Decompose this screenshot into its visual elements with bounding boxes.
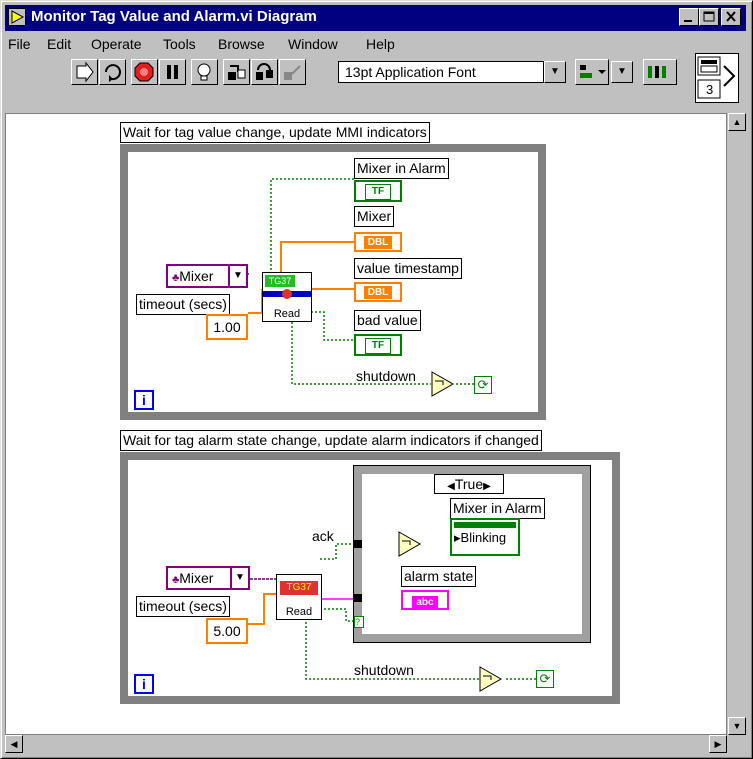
loop2-shutdown-label: shutdown <box>354 662 414 678</box>
font-selector[interactable]: 13pt Application Font <box>338 61 544 83</box>
abc-text: abc <box>412 596 438 609</box>
timeout-value: 1.00 <box>213 319 241 335</box>
not-function-icon[interactable] <box>398 531 426 557</box>
dbl-text: DBL <box>363 236 393 249</box>
tag-value: Mixer <box>179 570 214 586</box>
chevron-down-icon[interactable]: ▼ <box>228 266 246 286</box>
iteration-terminal-icon: i <box>134 390 154 410</box>
menu-tools[interactable]: Tools <box>163 36 196 52</box>
align-objects-icon[interactable] <box>575 59 609 85</box>
tg-text: TG37 <box>265 275 295 287</box>
distribute-objects-icon[interactable] <box>643 59 677 85</box>
not-function-icon[interactable] <box>431 371 459 397</box>
highlight-execution-icon[interactable] <box>191 59 218 85</box>
loop2-tag-control[interactable]: ♣Mixer ▼ <box>166 566 250 590</box>
pause-icon[interactable] <box>159 59 186 85</box>
loop1-timestamp-label: value timestamp <box>354 258 462 279</box>
blinking-text: ▸Blinking <box>454 530 507 545</box>
loop2-state-label: alarm state <box>401 566 477 587</box>
case-selector-value: True <box>454 476 484 492</box>
loop2-timeout-constant[interactable]: 5.00 <box>206 618 248 644</box>
menu-help[interactable]: Help <box>366 36 395 52</box>
vertical-scrollbar[interactable]: ▲ ▼ <box>728 113 746 735</box>
loop1-comment: Wait for tag value change, update MMI in… <box>120 122 430 143</box>
menu-operate[interactable]: Operate <box>91 36 142 52</box>
tf-text: TF <box>364 338 392 354</box>
minimize-button[interactable] <box>679 8 699 26</box>
chevron-left-icon[interactable]: ◀ <box>447 481 455 492</box>
tf-text: TF <box>364 184 392 200</box>
close-button[interactable] <box>721 8 741 26</box>
blinking-value: Blinking <box>460 530 507 545</box>
connector-number: 3 <box>706 82 714 97</box>
dbl-text: DBL <box>363 286 393 299</box>
chevron-right-icon[interactable]: ▶ <box>483 481 491 492</box>
case-selector[interactable]: ◀True▶ <box>434 474 504 494</box>
read-label: Read <box>273 308 301 320</box>
loop-condition-icon[interactable]: ⟳ <box>536 670 554 688</box>
toolbar: 13pt Application Font ▼ ▼ <box>5 57 695 87</box>
loop1-timeout-constant[interactable]: 1.00 <box>206 314 248 340</box>
loop1-timestamp-indicator[interactable]: DBL <box>354 282 402 302</box>
window-title: Monitor Tag Value and Alarm.vi Diagram <box>31 8 317 25</box>
labview-diagram-icon <box>8 8 26 26</box>
chevron-down-icon[interactable]: ▼ <box>544 61 566 83</box>
loop2-comment: Wait for tag alarm state change, update … <box>120 430 542 451</box>
loop1-bad-indicator[interactable]: TF <box>354 334 402 356</box>
loop1-tag-read-node[interactable]: TG37 Read <box>262 272 312 322</box>
menu-edit[interactable]: Edit <box>47 36 71 52</box>
loop2-timeout-label: timeout (secs) <box>136 596 230 617</box>
connector-pane-icon[interactable]: 3 <box>695 53 739 103</box>
step-out-icon[interactable] <box>279 59 306 85</box>
loop1-alarm-indicator[interactable]: TF <box>354 180 402 202</box>
loop1-shutdown-label: shutdown <box>356 368 416 384</box>
tunnel-icon <box>354 594 362 602</box>
timeout-value: 5.00 <box>213 623 241 639</box>
menu-browse[interactable]: Browse <box>218 36 265 52</box>
tg-text: TG37 <box>280 581 318 595</box>
step-into-icon[interactable] <box>223 59 250 85</box>
loop1-mixer-indicator[interactable]: DBL <box>354 232 402 252</box>
abort-icon[interactable] <box>131 59 158 85</box>
tag-value: Mixer <box>179 268 214 284</box>
scroll-left-icon[interactable]: ◀ <box>5 735 23 753</box>
loop2-ack-label: ack <box>312 528 334 544</box>
loop2-state-indicator[interactable]: abc <box>401 590 449 610</box>
loop2-tag-read-node[interactable]: TG37 Read <box>276 574 322 620</box>
chevron-down-icon[interactable]: ▼ <box>230 568 248 588</box>
not-function-icon[interactable] <box>479 666 507 692</box>
loop1-mixer-label: Mixer <box>354 206 395 227</box>
loop1-alarm-label: Mixer in Alarm <box>354 158 449 179</box>
block-diagram-canvas[interactable]: Wait for tag value change, update MMI in… <box>5 113 727 735</box>
read-icon <box>263 289 311 299</box>
property-header <box>454 522 516 528</box>
app-window: Monitor Tag Value and Alarm.vi Diagram F… <box>0 0 753 759</box>
selector-terminal-icon[interactable]: ? <box>354 616 364 628</box>
scroll-up-icon[interactable]: ▲ <box>728 113 746 131</box>
run-icon[interactable] <box>71 59 98 85</box>
font-selector-value: 13pt Application Font <box>345 64 476 80</box>
horizontal-scrollbar[interactable]: ◀ ▶ <box>5 735 727 753</box>
loop1-tag-control[interactable]: ♣Mixer ▼ <box>166 264 248 288</box>
align-dropdown-icon[interactable]: ▼ <box>611 61 633 83</box>
loop1-timeout-label: timeout (secs) <box>136 294 230 315</box>
scroll-right-icon[interactable]: ▶ <box>709 735 727 753</box>
iteration-terminal-icon: i <box>134 674 154 694</box>
step-over-icon[interactable] <box>251 59 278 85</box>
loop-condition-icon[interactable]: ⟳ <box>474 376 492 394</box>
tunnel-icon <box>354 540 362 548</box>
loop2-blinking-property[interactable]: ▸Blinking <box>450 518 520 556</box>
loop1-bad-label: bad value <box>354 310 421 331</box>
title-bar[interactable]: Monitor Tag Value and Alarm.vi Diagram <box>5 5 746 31</box>
maximize-button[interactable] <box>699 8 719 26</box>
menu-window[interactable]: Window <box>288 36 338 52</box>
read-label: Read <box>285 606 313 618</box>
loop2-alarm-label: Mixer in Alarm <box>450 498 545 519</box>
scroll-down-icon[interactable]: ▼ <box>728 717 746 735</box>
run-continuously-icon[interactable] <box>99 59 126 85</box>
menu-bar: File Edit Operate Tools Browse Window He… <box>5 33 685 55</box>
menu-file[interactable]: File <box>8 36 31 52</box>
